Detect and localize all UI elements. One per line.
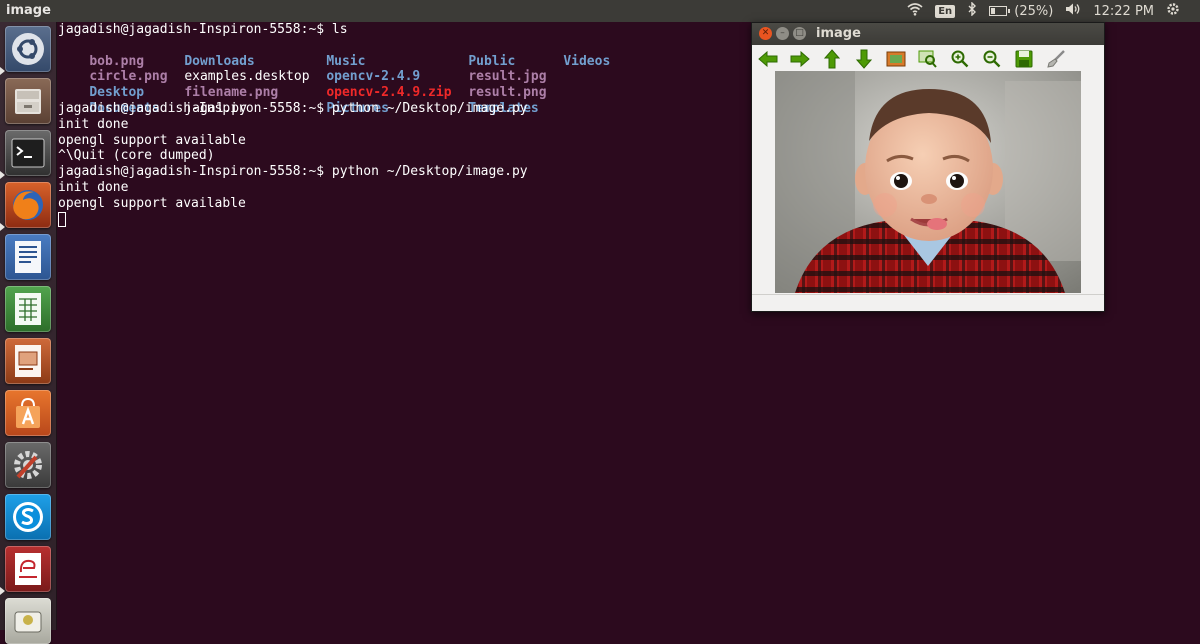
ls-entry: bob.png bbox=[89, 53, 145, 69]
pdf-viewer-icon bbox=[15, 553, 41, 585]
minimize-button[interactable]: – bbox=[776, 27, 789, 40]
window-title: image bbox=[816, 26, 861, 41]
top-panel: image En (25%) 12:22 PM bbox=[0, 0, 1200, 22]
ls-entry: opencv-2.4.9 bbox=[326, 69, 421, 85]
zoom-out-button[interactable] bbox=[980, 48, 1004, 70]
launcher-files[interactable] bbox=[5, 78, 51, 124]
maximize-button[interactable]: □ bbox=[793, 27, 806, 40]
picture-icon bbox=[886, 51, 906, 67]
launcher-calc[interactable] bbox=[5, 286, 51, 332]
keyboard-layout-indicator[interactable]: En bbox=[935, 4, 956, 18]
writer-document-icon bbox=[15, 241, 41, 273]
launcher-terminal[interactable] bbox=[5, 130, 51, 176]
zoom-in-button[interactable] bbox=[948, 48, 972, 70]
battery-indicator[interactable]: (25%) bbox=[989, 4, 1053, 19]
indicator-tray: En (25%) 12:22 PM bbox=[907, 0, 1200, 22]
ls-entry: circle.png bbox=[89, 69, 168, 85]
ls-entry: result.jpg bbox=[468, 69, 547, 85]
pan-left-button[interactable] bbox=[756, 48, 780, 70]
close-button[interactable]: ✕ bbox=[759, 27, 772, 40]
launcher-writer[interactable] bbox=[5, 234, 51, 280]
brush-icon bbox=[1047, 50, 1065, 68]
status-bar bbox=[752, 294, 1104, 311]
launcher-document-viewer[interactable] bbox=[5, 546, 51, 592]
ls-entry: filename.png bbox=[184, 85, 279, 101]
ls-entry: examples.desktop bbox=[184, 69, 310, 85]
ubuntu-logo-icon bbox=[12, 33, 44, 65]
arrow-left-icon bbox=[758, 51, 778, 67]
firefox-icon bbox=[13, 190, 43, 220]
launcher-software-center[interactable] bbox=[5, 390, 51, 436]
zoom-in-icon bbox=[951, 50, 969, 68]
image-canvas[interactable] bbox=[775, 71, 1081, 293]
ls-entry: Desktop bbox=[89, 85, 145, 101]
shopping-bag-icon bbox=[16, 397, 40, 428]
ls-entry: opencv-2.4.9.zip bbox=[326, 85, 452, 101]
launcher-dash[interactable] bbox=[5, 26, 51, 72]
pan-up-button[interactable] bbox=[820, 48, 844, 70]
launcher bbox=[0, 22, 57, 644]
arrow-down-icon bbox=[856, 49, 872, 69]
ls-entry: Videos bbox=[563, 53, 611, 69]
launcher-impress[interactable] bbox=[5, 338, 51, 384]
file-cabinet-icon bbox=[15, 89, 41, 114]
ls-entry: result.png bbox=[468, 85, 547, 101]
save-icon bbox=[1015, 50, 1033, 68]
clock[interactable]: 12:22 PM bbox=[1093, 4, 1154, 19]
bluetooth-icon[interactable] bbox=[967, 1, 977, 20]
window-titlebar[interactable]: ✕ – □ image bbox=[752, 23, 1104, 45]
ls-entry: Music bbox=[326, 53, 366, 69]
zoom-original-button[interactable] bbox=[884, 48, 908, 70]
zoom-fit-icon bbox=[918, 50, 937, 68]
launcher-system-settings[interactable] bbox=[5, 442, 51, 488]
settings-gear-wrench-icon bbox=[14, 451, 42, 479]
presentation-icon bbox=[15, 345, 41, 377]
launcher-skype[interactable] bbox=[5, 494, 51, 540]
ls-entry: Downloads bbox=[184, 53, 255, 69]
properties-button[interactable] bbox=[1044, 48, 1068, 70]
zoom-out-icon bbox=[983, 50, 1001, 68]
launcher-removable-drive[interactable] bbox=[5, 598, 51, 644]
terminal-icon bbox=[11, 138, 45, 168]
battery-icon bbox=[989, 6, 1011, 16]
sound-icon[interactable] bbox=[1065, 2, 1081, 20]
image-window[interactable]: ✕ – □ image bbox=[751, 22, 1105, 312]
battery-percentage: (25%) bbox=[1014, 3, 1054, 19]
drive-icon bbox=[14, 611, 42, 633]
skype-icon bbox=[13, 502, 43, 532]
zoom-fit-button[interactable] bbox=[916, 48, 940, 70]
launcher-firefox[interactable] bbox=[5, 182, 51, 228]
pan-down-button[interactable] bbox=[852, 48, 876, 70]
wifi-icon[interactable] bbox=[907, 2, 923, 20]
spreadsheet-icon bbox=[15, 293, 41, 325]
save-button[interactable] bbox=[1012, 48, 1036, 70]
arrow-right-icon bbox=[790, 51, 810, 67]
pan-right-button[interactable] bbox=[788, 48, 812, 70]
arrow-up-icon bbox=[824, 49, 840, 69]
image-toolbar bbox=[756, 47, 1068, 71]
baby-photo bbox=[775, 71, 1081, 293]
terminal-cursor bbox=[58, 211, 66, 227]
ls-entry: Public bbox=[468, 53, 516, 69]
active-window-title: image bbox=[6, 3, 51, 18]
system-gear-icon[interactable] bbox=[1166, 2, 1180, 20]
